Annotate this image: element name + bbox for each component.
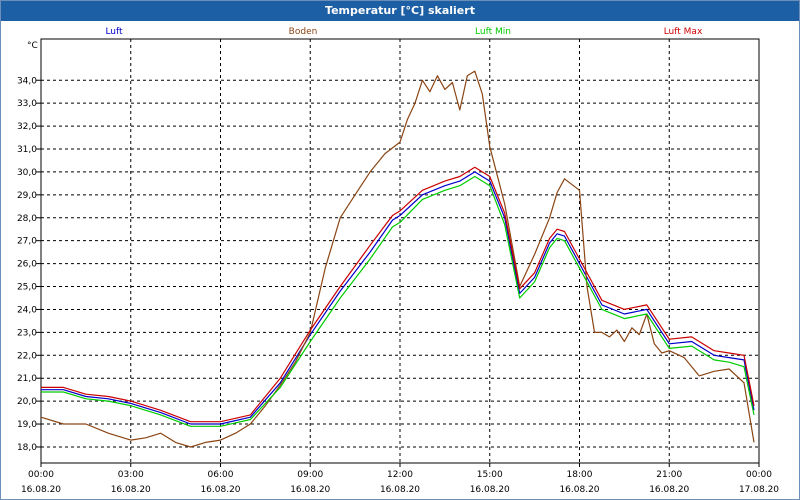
y-tick-label: 18,0: [17, 443, 37, 453]
series-lines: [40, 70, 755, 448]
series-line-boden: [40, 70, 755, 448]
y-tick-label: 34,0: [17, 76, 37, 86]
y-tick-label: 31,0: [17, 145, 37, 155]
series-line-luft-min: [41, 175, 755, 427]
y-tick-label: 24,0: [17, 305, 37, 315]
y-tick-label: 20,0: [17, 397, 37, 407]
y-tick-label: 22,0: [17, 351, 37, 361]
y-tick-label: 19,0: [17, 420, 37, 430]
x-tick-time: 09:00: [297, 470, 323, 480]
y-tick-label: 25,0: [17, 283, 37, 293]
y-tick-label: 26,0: [17, 260, 37, 270]
y-tick-label: 27,0: [17, 237, 37, 247]
x-tick-time: 21:00: [656, 470, 682, 480]
y-tick-label: 23,0: [17, 328, 37, 338]
axes: 18,0 19,0 20,0 21,0 22,0 23,0 24,0 25,0 26,0 27,0…: [17, 38, 779, 495]
x-tick-date: 16.08.20: [559, 485, 599, 495]
y-tick-label: 32,0: [17, 122, 37, 132]
temperature-chart: 18,0 19,0 20,0 21,0 22,0 23,0 24,0 25,0 26,0 27,0…: [17, 27, 779, 495]
series-line-luft: [41, 171, 755, 425]
grid: [41, 39, 759, 463]
x-tick-date: 16.08.20: [470, 485, 510, 495]
y-tick-label: 33,0: [17, 99, 37, 109]
x-tick-time: 00:00: [746, 470, 772, 480]
y-tick-label: 29,0: [17, 191, 37, 201]
x-tick-time: 12:00: [387, 470, 413, 480]
x-tick-time: 00:00: [28, 470, 54, 480]
x-tick-date: 16.08.20: [111, 485, 151, 495]
legend-entry-luft-min: Luft Min: [475, 27, 511, 37]
x-tick-date: 16.08.20: [290, 485, 330, 495]
y-axis-unit: °C: [27, 41, 38, 51]
legend: Luft Boden Luft Min Luft Max: [105, 27, 703, 37]
x-tick-date: 17.08.20: [739, 485, 779, 495]
y-tick-label: 30,0: [17, 168, 37, 178]
x-tick-date: 16.08.20: [649, 485, 689, 495]
legend-entry-luft-max: Luft Max: [664, 27, 703, 37]
legend-entry-boden: Boden: [289, 27, 318, 37]
x-tick-date: 16.08.20: [380, 485, 420, 495]
window-title: Temperatur [°C] skaliert: [1, 1, 799, 21]
chart-window: Temperatur [°C] skaliert 18,0 19,0 20,0 21,…: [0, 0, 800, 500]
x-tick-time: 15:00: [477, 470, 503, 480]
x-tick-date: 16.08.20: [21, 485, 61, 495]
y-tick-label: 21,0: [17, 374, 37, 384]
series-line-luft-max: [41, 166, 755, 423]
y-tick-label: 28,0: [17, 214, 37, 224]
legend-entry-luft: Luft: [105, 27, 123, 37]
x-tick-time: 06:00: [208, 470, 234, 480]
x-tick-time: 18:00: [567, 470, 593, 480]
x-tick-time: 03:00: [118, 470, 144, 480]
x-tick-date: 16.08.20: [200, 485, 240, 495]
